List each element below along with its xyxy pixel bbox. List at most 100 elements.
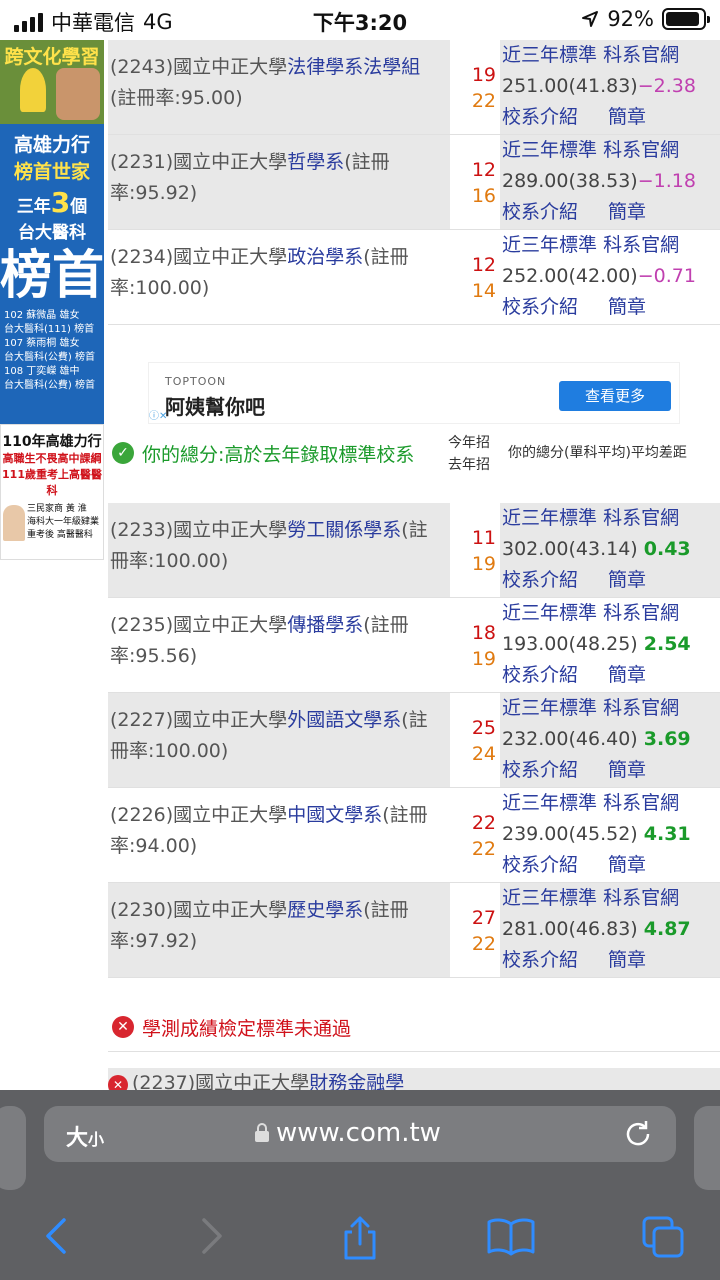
- dept-link[interactable]: 政治學系: [287, 246, 363, 268]
- ad2-line3: 三年3個: [16, 186, 88, 219]
- score-diff: −0.71: [637, 265, 696, 287]
- prev-tab-preview[interactable]: [0, 1106, 26, 1190]
- score-diff: −2.38: [637, 75, 696, 97]
- intro-link[interactable]: 校系介紹: [502, 106, 578, 128]
- brief-link[interactable]: 簡章: [608, 569, 646, 591]
- intro-link[interactable]: 校系介紹: [502, 854, 578, 876]
- next-tab-preview[interactable]: [694, 1106, 720, 1190]
- ad2-big-text: 榜首: [0, 245, 105, 306]
- score-cell: 近三年標準 科系官網 232.00(46.40) 3.69 校系介紹 簡章: [500, 693, 720, 787]
- score-cell: 近三年標準 科系官網 289.00(38.53)−1.18 校系介紹 簡章: [500, 135, 720, 229]
- ad-lixing-110[interactable]: 110年高雄力行 高職生不畏高中課綱 111歲重考上高醫醫科 三民家商 黃 淮 …: [0, 424, 104, 560]
- intro-link[interactable]: 校系介紹: [502, 949, 578, 971]
- dept-link[interactable]: 外國語文學系: [287, 709, 401, 731]
- quota: 11 19: [471, 527, 496, 575]
- table-row: (2231)國立中正大學哲學系(註冊率:95.92) 12 16 近三年標準 科系…: [108, 135, 720, 230]
- three-year-standard-link[interactable]: 近三年標準: [502, 602, 597, 624]
- intro-link[interactable]: 校系介紹: [502, 759, 578, 781]
- score-cell: 近三年標準 科系官網 281.00(46.83) 4.87 校系介紹 簡章: [500, 883, 720, 977]
- ad1-title: 跨文化學習: [4, 46, 100, 68]
- dept-link[interactable]: 中國文學系: [287, 804, 382, 826]
- brief-link[interactable]: 簡章: [608, 759, 646, 781]
- check-icon: ✓: [112, 442, 134, 464]
- brief-link[interactable]: 簡章: [608, 106, 646, 128]
- intro-link[interactable]: 校系介紹: [502, 569, 578, 591]
- quota: 12 16: [471, 159, 496, 207]
- section-label: 你的總分:高於去年錄取標準校系: [142, 444, 415, 466]
- three-year-standard-link[interactable]: 近三年標準: [502, 234, 597, 256]
- score-cell: 近三年標準 科系官網 252.00(42.00)−0.71 校系介紹 簡章: [500, 230, 720, 324]
- dept-site-link[interactable]: 科系官網: [603, 697, 679, 719]
- dept-link[interactable]: 勞工關係學系: [287, 519, 401, 541]
- browser-chrome: 大小 www.com.tw: [0, 1090, 720, 1280]
- three-year-standard-link[interactable]: 近三年標準: [502, 139, 597, 161]
- three-year-standard-link[interactable]: 近三年標準: [502, 507, 597, 529]
- ad-banner[interactable]: TOPTOON 阿姨幫你吧 查看更多 ⓘ✕: [148, 362, 680, 424]
- table-row: (2235)國立中正大學傳播學系(註冊率:95.56) 18 19 近三年標準 科…: [108, 598, 720, 693]
- reload-icon[interactable]: [622, 1118, 654, 1150]
- brief-link[interactable]: 簡章: [608, 201, 646, 223]
- ad-cta-button[interactable]: 查看更多: [559, 381, 671, 411]
- score-value: 281.00(46.83): [502, 918, 638, 940]
- ad3-note: 海科大一年級肄業: [27, 517, 100, 527]
- dept-link[interactable]: 法律學系法學組: [287, 56, 420, 78]
- score-diff: 2.54: [643, 633, 691, 655]
- score-diff: 0.43: [643, 538, 691, 560]
- tabs-icon[interactable]: [640, 1214, 686, 1260]
- dept-site-link[interactable]: 科系官網: [603, 507, 679, 529]
- dept-site-link[interactable]: 科系官網: [603, 792, 679, 814]
- dept-link[interactable]: 哲學系: [287, 151, 344, 173]
- score-diff: 3.69: [643, 728, 691, 750]
- forward-icon[interactable]: [196, 1214, 228, 1258]
- bookmarks-icon[interactable]: [486, 1214, 536, 1258]
- url-text: www.com.tw: [276, 1118, 441, 1148]
- table-row: (2226)國立中正大學中國文學系(註冊率:94.00) 22 22 近三年標準 …: [108, 788, 720, 883]
- intro-link[interactable]: 校系介紹: [502, 296, 578, 318]
- brief-link[interactable]: 簡章: [608, 296, 646, 318]
- brief-link[interactable]: 簡章: [608, 854, 646, 876]
- back-icon[interactable]: [40, 1214, 72, 1258]
- dept-link[interactable]: 財務金融學: [309, 1072, 404, 1092]
- share-icon[interactable]: [340, 1214, 380, 1262]
- section-above-standard: ✓ 你的總分:高於去年錄取標準校系 今年招 去年招 你的總分(單科平均)平均差距: [108, 428, 720, 498]
- lock-icon: [255, 1123, 269, 1142]
- dept-site-link[interactable]: 科系官網: [603, 234, 679, 256]
- dept-name: (2226)國立中正大學中國文學系(註冊率:94.00): [110, 804, 428, 857]
- battery-icon: [662, 8, 710, 30]
- dept-link[interactable]: 歷史學系: [287, 899, 363, 921]
- ad2-line2: 榜首世家: [13, 161, 90, 183]
- dept-site-link[interactable]: 科系官網: [603, 44, 679, 66]
- brief-link[interactable]: 簡章: [608, 949, 646, 971]
- score-cell: 近三年標準 科系官網 251.00(41.83)−2.38 校系介紹 簡章: [500, 40, 720, 134]
- quota: 25 24: [471, 717, 496, 765]
- ad3-school: 三民家商 黃 淮: [27, 504, 87, 514]
- dept-site-link[interactable]: 科系官網: [603, 139, 679, 161]
- intro-link[interactable]: 校系介紹: [502, 664, 578, 686]
- ad-kaohsiung-lixing[interactable]: 高雄力行 榜首世家 三年3個 台大醫科 榜首 102 蘇微晶 雄女 台大醫科(11…: [0, 124, 104, 424]
- dept-link[interactable]: 傳播學系: [287, 614, 363, 636]
- url-display[interactable]: www.com.tw: [254, 1118, 441, 1148]
- quota: 22 22: [471, 812, 496, 860]
- three-year-standard-link[interactable]: 近三年標準: [502, 887, 597, 909]
- three-year-standard-link[interactable]: 近三年標準: [502, 44, 597, 66]
- table-row: (2230)國立中正大學歷史學系(註冊率:97.92) 27 22 近三年標準 科…: [108, 883, 720, 978]
- address-bar[interactable]: 大小 www.com.tw: [44, 1106, 676, 1162]
- three-year-standard-link[interactable]: 近三年標準: [502, 697, 597, 719]
- dept-site-link[interactable]: 科系官網: [603, 887, 679, 909]
- three-year-standard-link[interactable]: 近三年標準: [502, 792, 597, 814]
- diff-header: 你的總分(單科平均)平均差距: [508, 445, 687, 461]
- ad-culture-learning[interactable]: 跨文化學習: [0, 40, 104, 124]
- ad3-r1: 高職生不畏高中課綱: [2, 452, 102, 465]
- intro-link[interactable]: 校系介紹: [502, 201, 578, 223]
- score-value: 239.00(45.52): [502, 823, 638, 845]
- quota: 12 14: [471, 254, 496, 302]
- brief-link[interactable]: 簡章: [608, 664, 646, 686]
- dept-site-link[interactable]: 科系官網: [603, 602, 679, 624]
- dept-name: (2235)國立中正大學傳播學系(註冊率:95.56): [110, 614, 409, 667]
- score-diff: −1.18: [637, 170, 696, 192]
- text-size-button[interactable]: 大小: [66, 1120, 104, 1152]
- ad-info-icon[interactable]: ⓘ✕: [149, 407, 167, 422]
- ad-title: 阿姨幫你吧: [165, 395, 265, 419]
- score-value: 252.00(42.00): [502, 265, 638, 287]
- score-diff: 4.87: [643, 918, 691, 940]
